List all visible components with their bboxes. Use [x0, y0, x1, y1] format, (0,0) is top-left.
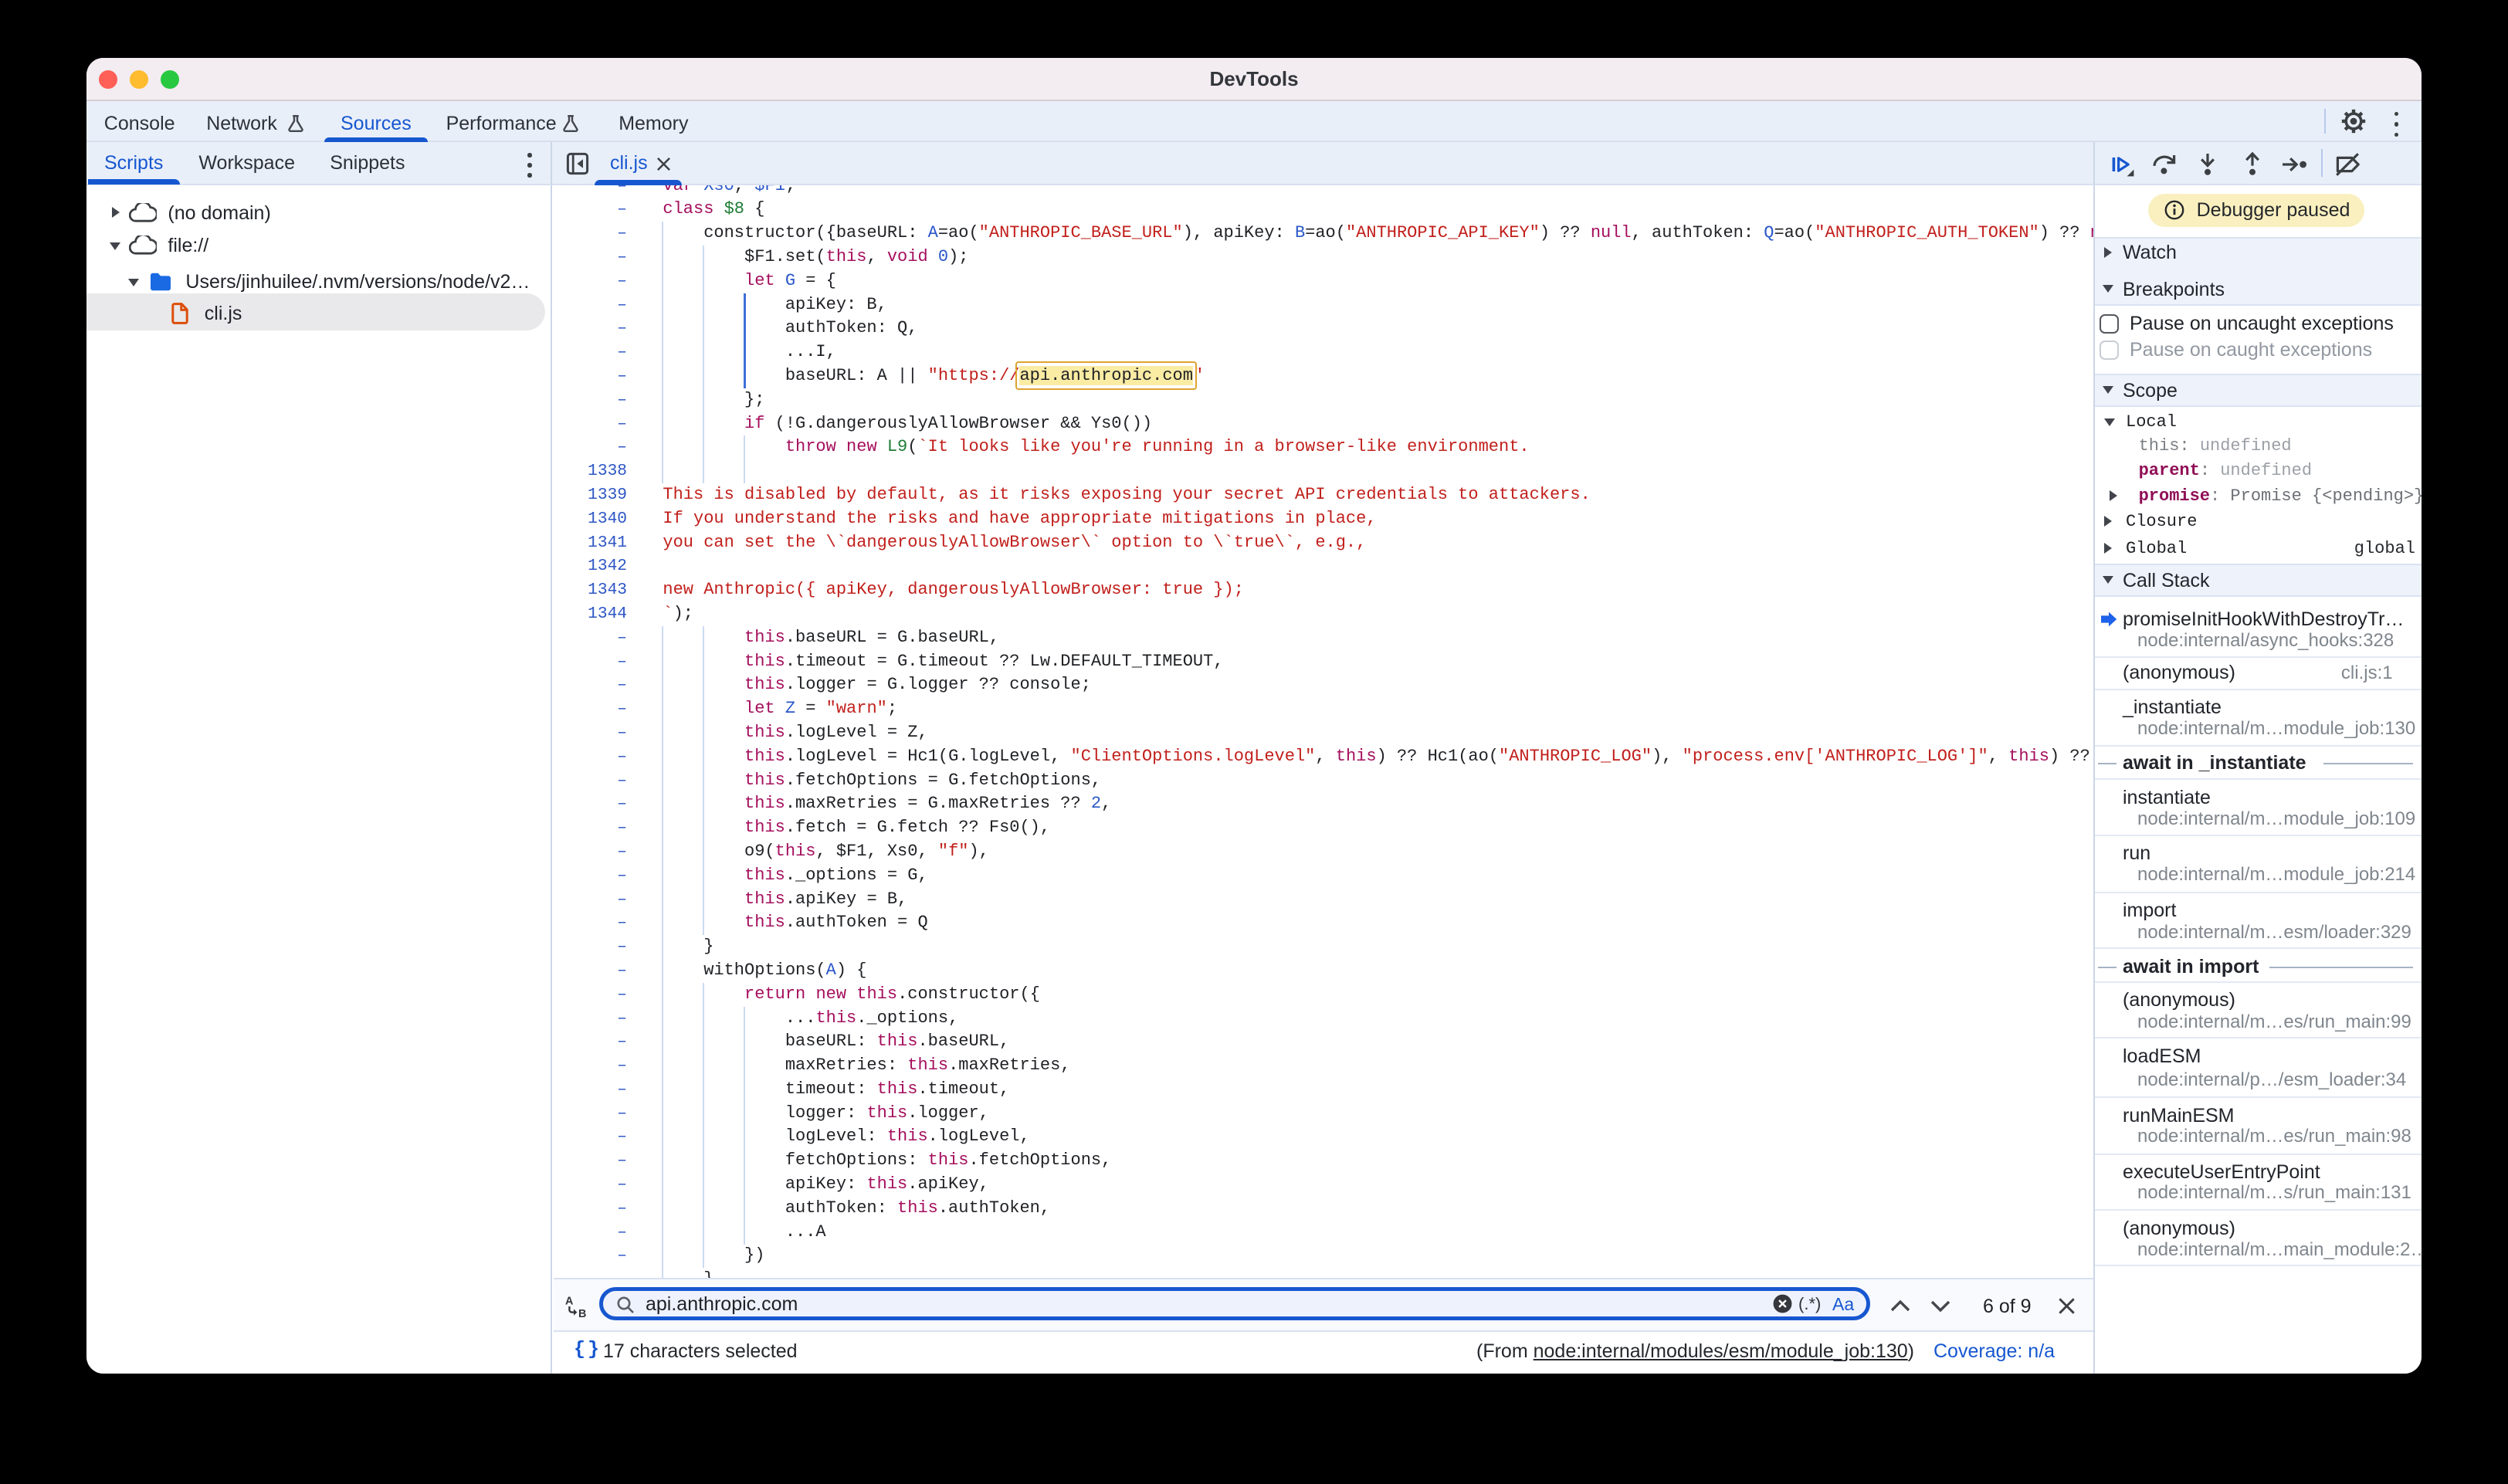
svg-text:B: B: [578, 1308, 586, 1319]
svg-text:A: A: [565, 1296, 574, 1308]
